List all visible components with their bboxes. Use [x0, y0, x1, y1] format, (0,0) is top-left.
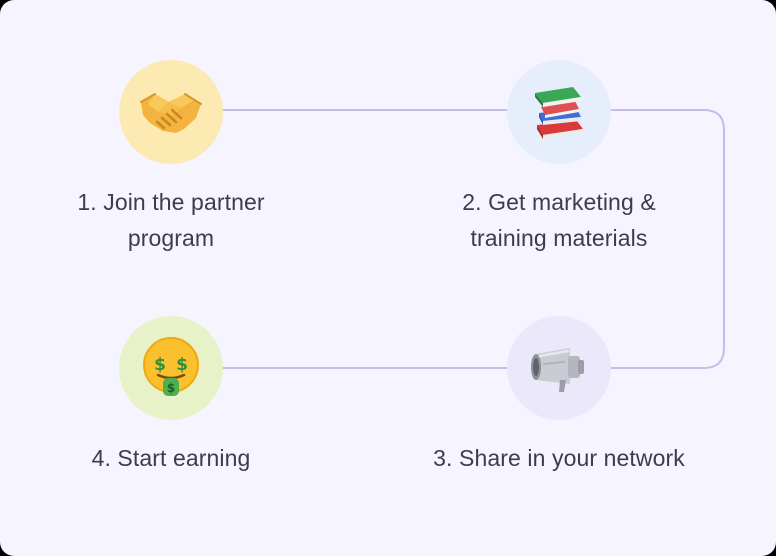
step-3: 3. Share in your network [408, 316, 710, 476]
step-4-icon-circle: $ $ $ [119, 316, 223, 420]
step-1: 1. Join the partner program [40, 60, 302, 256]
step-4-label: 4. Start earning [91, 445, 251, 471]
svg-text:$: $ [167, 381, 175, 395]
step-3-icon-circle [507, 316, 611, 420]
step-4: $ $ $ 4. Start earning [40, 316, 302, 476]
svg-text:$: $ [176, 355, 188, 375]
money-mouth-face-icon: $ $ $ [141, 337, 201, 399]
partner-steps-card: 1. Join the partner program 2. Get marke… [0, 0, 776, 556]
step-2-icon-circle [507, 60, 611, 164]
step-2-label: 2. Get marketing & training materials [462, 189, 656, 251]
step-1-icon-circle [119, 60, 223, 164]
step-3-label: 3. Share in your network [433, 445, 685, 471]
handshake-icon [138, 88, 204, 136]
books-icon [529, 83, 589, 141]
step-2: 2. Get marketing & training materials [428, 60, 690, 256]
step-1-label: 1. Join the partner program [77, 189, 265, 251]
svg-text:$: $ [154, 355, 166, 375]
megaphone-icon [530, 340, 588, 396]
